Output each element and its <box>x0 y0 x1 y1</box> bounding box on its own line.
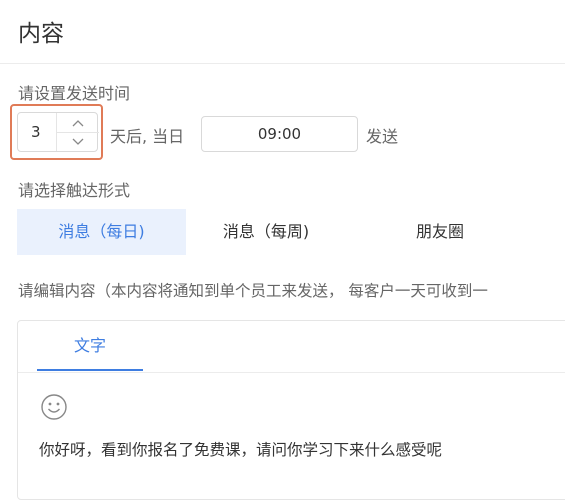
time-input[interactable]: 09:00 <box>201 116 358 152</box>
increment-button[interactable] <box>57 113 99 133</box>
tab-text[interactable]: 文字 <box>37 321 143 371</box>
decrement-button[interactable] <box>57 132 99 151</box>
days-stepper[interactable]: 3 <box>17 112 99 152</box>
chevron-down-icon <box>72 138 84 145</box>
tab-message-weekly[interactable]: 消息（每周) <box>198 209 334 255</box>
stepper-buttons <box>56 113 99 151</box>
send-time-label: 请设置发送时间 <box>18 84 131 103</box>
title-divider <box>0 63 565 64</box>
page-title: 内容 <box>18 21 64 47</box>
tab-moments[interactable]: 朋友圈 <box>395 209 485 255</box>
days-after-label: 天后, 当日 <box>110 127 185 146</box>
smiley-icon[interactable] <box>40 393 68 421</box>
chevron-up-icon <box>72 119 84 126</box>
days-value[interactable]: 3 <box>31 123 41 141</box>
message-text[interactable]: 你好呀，看到你报名了免费课，请问你学习下来什么感受呢 <box>39 438 442 460</box>
tab-message-daily[interactable]: 消息（每日) <box>17 209 186 255</box>
editor-divider <box>18 372 565 373</box>
send-label: 发送 <box>366 127 399 146</box>
edit-content-label: 请编辑内容（本内容将通知到单个员工来发送， 每客户一天可收到一 <box>18 282 488 300</box>
reach-type-label: 请选择触达形式 <box>18 181 131 200</box>
content-editor: 文字 你好呀，看到你报名了免费课，请问你学习下来什么感受呢 <box>17 320 565 500</box>
